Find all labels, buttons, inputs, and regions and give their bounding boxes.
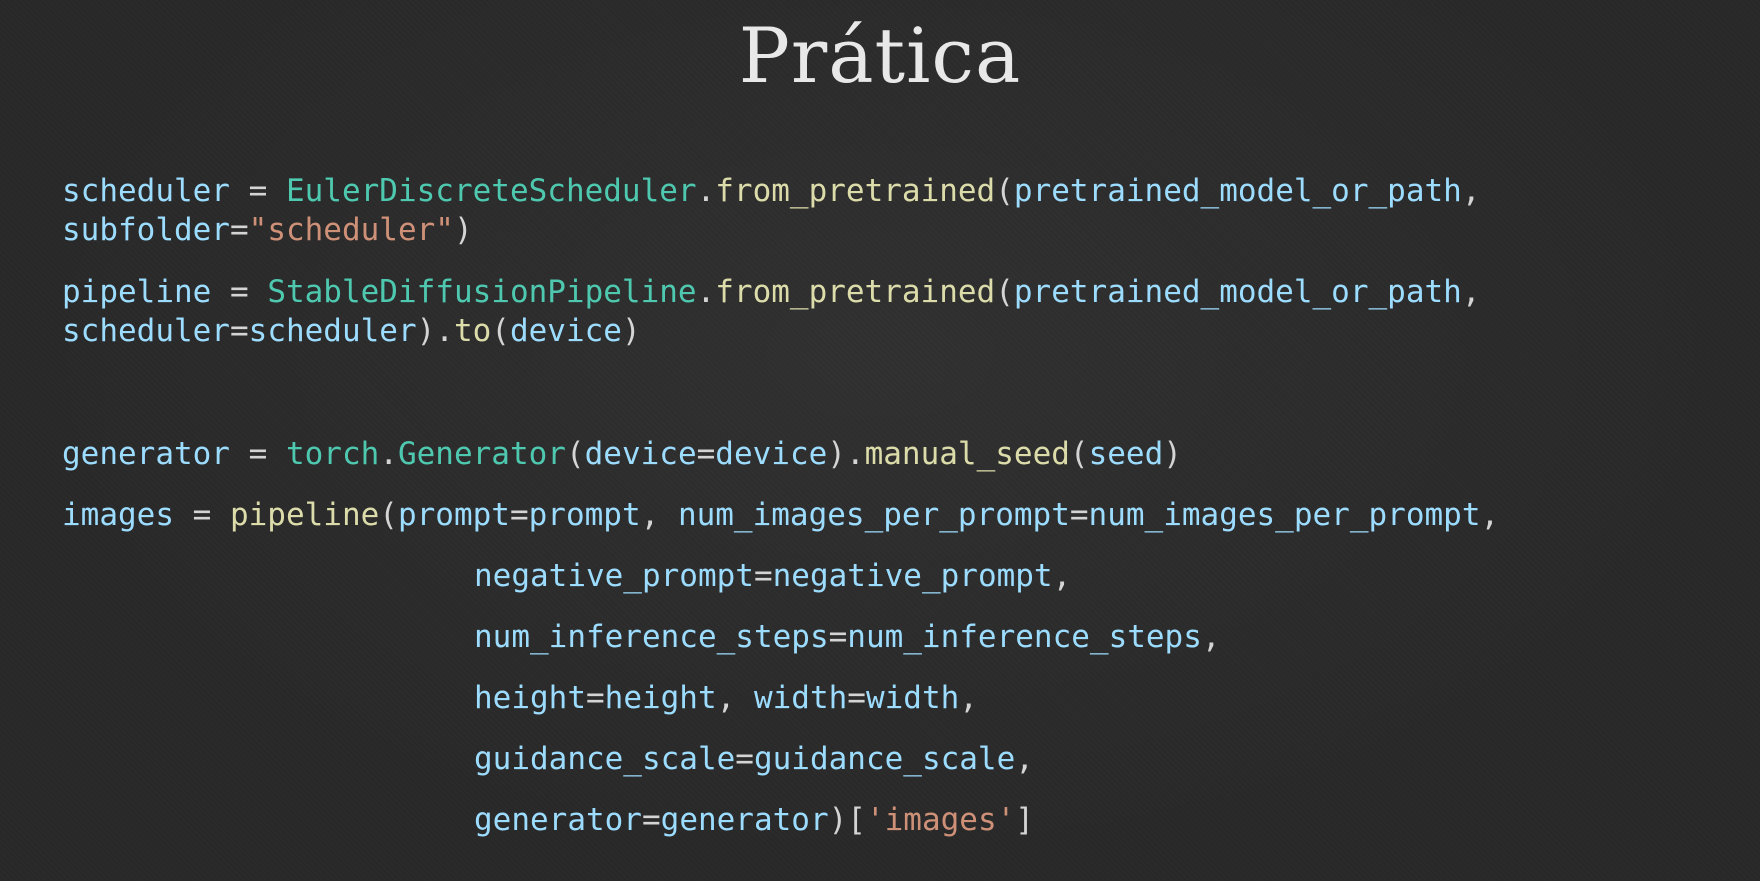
code-token: height (474, 680, 586, 716)
code-token: scheduler (248, 313, 417, 349)
code-token: ( (1069, 436, 1089, 472)
code-token: "scheduler" (248, 212, 454, 248)
code-token: . (696, 274, 716, 310)
code-token: from_pretrained (715, 173, 996, 209)
code-token: guidance_scale (474, 741, 736, 777)
code-token: num_images_per_prompt (677, 497, 1070, 533)
code-line-scheduler: scheduler = EulerDiscreteScheduler.from_… (62, 171, 1481, 211)
code-line-generator-arg: generator=generator)['images'] (474, 800, 1034, 840)
code-token: StableDiffusionPipeline (267, 274, 697, 310)
code-token: Generator (397, 436, 566, 472)
code-token: device (715, 436, 828, 472)
code-token: , (1480, 497, 1500, 533)
code-line-pipeline-cont: scheduler=scheduler).to(device) (62, 311, 641, 351)
code-token: . (696, 173, 716, 209)
code-token: pipeline (229, 497, 380, 533)
code-token: 'images' (865, 802, 1016, 838)
code-token: ( (379, 497, 398, 533)
code-token: = (641, 802, 661, 838)
code-token: torch (285, 436, 380, 472)
code-token: seed (1088, 436, 1164, 472)
code-token: ). (827, 436, 865, 472)
code-token: prompt (528, 497, 641, 533)
code-token: ( (995, 173, 1014, 209)
code-token: num_inference_steps (847, 619, 1202, 655)
code-token: . (379, 436, 398, 472)
code-token: guidance_scale (753, 741, 1016, 777)
code-token: device (584, 436, 697, 472)
code-token: generator (474, 802, 642, 838)
code-token: ( (565, 436, 585, 472)
code-token: , (716, 680, 754, 716)
code-token: ( (995, 274, 1014, 310)
code-token: ). (416, 313, 454, 349)
code-token: = (229, 173, 286, 209)
code-token: width (753, 680, 848, 716)
code-token: pipeline (62, 274, 212, 310)
code-line-images: images = pipeline(prompt=prompt, num_ima… (62, 495, 1499, 535)
code-line-generator: generator = torch.Generator(device=devic… (62, 434, 1182, 474)
code-token: )[ (828, 802, 866, 838)
code-token: , (1015, 741, 1034, 777)
slide: Prática scheduler = EulerDiscreteSchedul… (0, 0, 1760, 881)
code-token: images (62, 497, 174, 533)
code-token: = (229, 436, 286, 472)
code-token: prompt (397, 497, 510, 533)
code-token: , (1052, 558, 1072, 594)
code-token: = (696, 436, 716, 472)
code-token: ) (1163, 436, 1182, 472)
code-token: = (173, 497, 230, 533)
code-block: scheduler = EulerDiscreteScheduler.from_… (62, 0, 1722, 838)
code-token: negative_prompt (772, 558, 1053, 594)
code-token: ] (1015, 802, 1034, 838)
code-token: scheduler (62, 313, 230, 349)
code-token: = (847, 680, 866, 716)
code-token: , (640, 497, 678, 533)
code-token: num_inference_steps (474, 619, 829, 655)
code-token: = (229, 212, 249, 248)
code-token: pretrained_model_or_path (1013, 173, 1462, 209)
code-token: = (509, 497, 529, 533)
code-token: generator (660, 802, 829, 838)
code-line-height-width: height=height, width=width, (474, 678, 978, 718)
code-token: height (604, 680, 717, 716)
code-token: , (1461, 274, 1481, 310)
code-token: = (735, 741, 754, 777)
code-token: , (959, 680, 978, 716)
code-token: = (585, 680, 605, 716)
code-line-inference-steps: num_inference_steps=num_inference_steps, (474, 617, 1221, 657)
code-token: = (753, 558, 773, 594)
code-token: negative_prompt (474, 558, 754, 594)
code-token: ( (491, 313, 510, 349)
code-line-scheduler-cont: subfolder="scheduler") (62, 210, 473, 250)
code-token: pretrained_model_or_path (1013, 274, 1462, 310)
code-token: width (865, 680, 960, 716)
code-token: ) (453, 212, 473, 248)
code-token: device (509, 313, 622, 349)
code-token: , (1201, 619, 1221, 655)
code-token: from_pretrained (715, 274, 996, 310)
code-token: = (211, 274, 268, 310)
code-token: EulerDiscreteScheduler (285, 173, 697, 209)
code-token: manual_seed (864, 436, 1070, 472)
code-line-guidance-scale: guidance_scale=guidance_scale, (474, 739, 1034, 779)
code-token: generator (62, 436, 230, 472)
code-token: = (1069, 497, 1089, 533)
code-token: , (1461, 173, 1481, 209)
code-token: ) (621, 313, 641, 349)
code-line-pipeline: pipeline = StableDiffusionPipeline.from_… (62, 272, 1481, 312)
code-token: to (453, 313, 492, 349)
code-token: = (229, 313, 249, 349)
code-token: num_images_per_prompt (1088, 497, 1481, 533)
code-token: = (828, 619, 848, 655)
code-token: subfolder (62, 212, 230, 248)
code-token: scheduler (62, 173, 230, 209)
code-line-negative-prompt: negative_prompt=negative_prompt, (474, 556, 1071, 596)
